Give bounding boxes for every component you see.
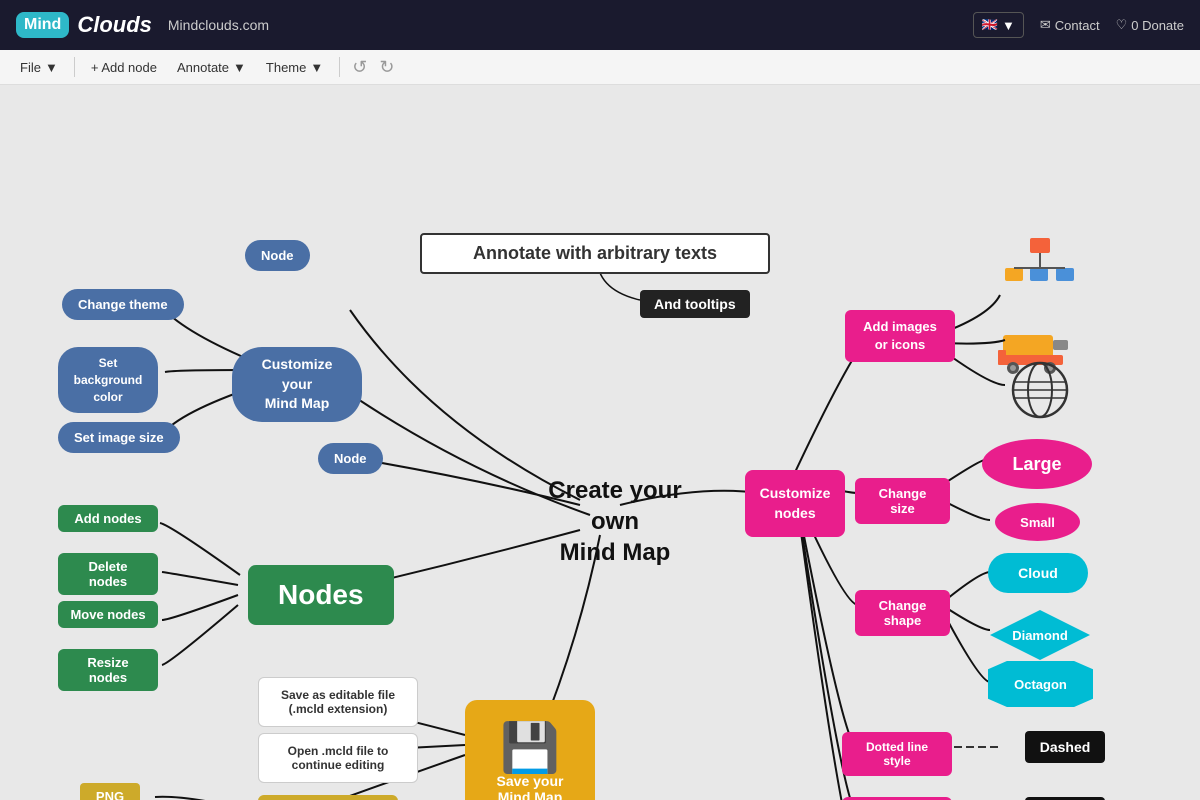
tooltip-node: And tooltips (640, 290, 750, 318)
lang-dropdown-icon: ▼ (1002, 18, 1015, 33)
dotted-line-style-node[interactable]: Dotted line style (842, 732, 952, 776)
save-mind-map-node[interactable]: 💾 Save yourMind Map (465, 700, 595, 800)
mindmap-container: Annotate with arbitrary texts And toolti… (0, 85, 1200, 800)
octagon-node[interactable]: Octagon (988, 661, 1093, 707)
language-selector[interactable]: 🇬🇧 ▼ (973, 12, 1024, 38)
customize-nodes-node[interactable]: Customizenodes (745, 470, 845, 537)
add-node-button[interactable]: + Add node (83, 56, 165, 79)
redo-button[interactable]: ↻ (375, 55, 398, 80)
annotate-arrow: ▼ (233, 60, 246, 75)
file-label: File (20, 60, 41, 75)
change-size-node[interactable]: Change size (855, 478, 950, 524)
add-node-label: + Add node (91, 60, 157, 75)
move-nodes-node[interactable]: Move nodes (58, 601, 158, 628)
set-bg-color-node[interactable]: Set backgroundcolor (58, 347, 158, 413)
floppy-icon: 💾 (500, 725, 560, 773)
delete-nodes-node[interactable]: Delete nodes (58, 553, 158, 595)
toolbar-divider-1 (74, 57, 75, 77)
png-node[interactable]: PNG (80, 783, 140, 800)
org-chart-area (1000, 233, 1080, 313)
dashed-label-node[interactable]: Dashed (1025, 731, 1105, 763)
set-image-size-node[interactable]: Set image size (58, 422, 180, 453)
theme-menu[interactable]: Theme ▼ (258, 56, 331, 79)
nodes-main-node[interactable]: Nodes (248, 565, 394, 625)
add-images-node[interactable]: Add imagesor icons (845, 310, 955, 362)
donate-label: 0 Donate (1131, 18, 1184, 33)
canvas[interactable]: Annotate with arbitrary texts And toolti… (0, 85, 1200, 800)
contact-label: Contact (1055, 18, 1100, 33)
globe-area (1010, 360, 1070, 420)
node-pill-2[interactable]: Node (318, 443, 383, 474)
logo-mind: Mind (24, 16, 61, 33)
logo-clouds: Clouds (77, 12, 152, 38)
file-arrow: ▼ (45, 60, 58, 75)
annotate-menu[interactable]: Annotate ▼ (169, 56, 254, 79)
contact-button[interactable]: ✉ Contact (1040, 17, 1100, 33)
change-shape-node[interactable]: Change shape (855, 590, 950, 636)
toolbar: File ▼ + Add node Annotate ▼ Theme ▼ ↺ ↻ (0, 50, 1200, 85)
node-pill-1[interactable]: Node (245, 240, 310, 271)
save-editable-node[interactable]: Save as editable file(.mcld extension) (258, 677, 418, 727)
open-mcld-node[interactable]: Open .mcld file tocontinue editing (258, 733, 418, 783)
header-right: 🇬🇧 ▼ ✉ Contact ♡ 0 Donate (973, 12, 1184, 38)
annotation-node[interactable]: Annotate with arbitrary texts (420, 233, 770, 274)
main-node-text: Create your ownMind Map (545, 475, 685, 569)
globe-icon (1010, 360, 1070, 420)
undo-button[interactable]: ↺ (348, 55, 371, 80)
annotate-label: Annotate (177, 60, 229, 75)
diamond-node[interactable]: Diamond (990, 610, 1090, 660)
flag-icon: 🇬🇧 (982, 17, 998, 33)
header: Mind Clouds Mindclouds.com 🇬🇧 ▼ ✉ Contac… (0, 0, 1200, 50)
add-nodes-node[interactable]: Add nodes (58, 505, 158, 532)
save-image-node[interactable]: Save as image (258, 795, 398, 800)
toolbar-divider-2 (339, 57, 340, 77)
site-url: Mindclouds.com (168, 17, 269, 33)
large-node[interactable]: Large (982, 439, 1092, 489)
customize-mind-map-node[interactable]: Customize yourMind Map (232, 347, 362, 422)
change-theme-node[interactable]: Change theme (62, 289, 184, 320)
logo-area: Mind Clouds Mindclouds.com (16, 12, 269, 38)
file-menu[interactable]: File ▼ (12, 56, 66, 79)
annotation-text: Annotate with arbitrary texts (473, 243, 717, 264)
small-node[interactable]: Small (995, 503, 1080, 541)
resize-nodes-node[interactable]: Resize nodes (58, 649, 158, 691)
org-chart-icon (1000, 233, 1080, 313)
theme-label: Theme (266, 60, 306, 75)
logo-box: Mind (16, 12, 69, 38)
donate-button[interactable]: ♡ 0 Donate (1116, 17, 1184, 33)
tooltip-text: And tooltips (654, 296, 736, 312)
contact-icon: ✉ (1040, 17, 1051, 33)
main-node[interactable]: Create your ownMind Map (545, 475, 685, 569)
donate-icon: ♡ (1116, 17, 1128, 33)
cloud-node[interactable]: Cloud (988, 553, 1088, 593)
theme-arrow: ▼ (310, 60, 323, 75)
